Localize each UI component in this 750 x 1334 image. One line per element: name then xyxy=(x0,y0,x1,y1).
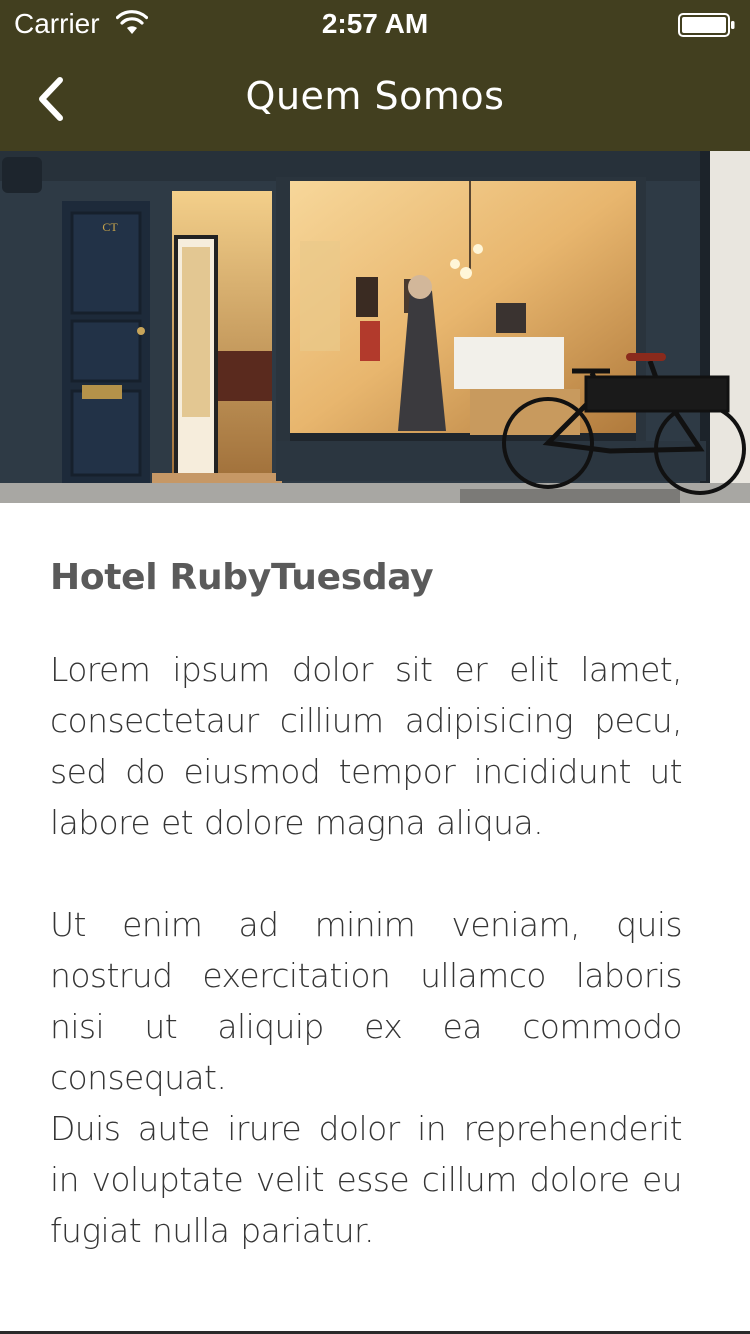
status-time: 2:57 AM xyxy=(321,8,429,39)
hero-image: CT xyxy=(0,151,750,503)
body-paragraph-3: Duis aute irure dolor in reprehenderit i… xyxy=(50,1109,683,1250)
body-paragraph-2: Ut enim ad minim veniam, quis nostrud ex… xyxy=(50,905,683,1097)
page-title: Quem Somos xyxy=(245,74,505,118)
door-sign: CT xyxy=(102,220,118,234)
hotel-heading: Hotel RubyTuesday xyxy=(50,557,434,598)
status-bar: Carrier 2:57 AM xyxy=(0,0,750,50)
battery-icon xyxy=(678,13,735,37)
navigation-bar: Quem Somos xyxy=(0,50,750,151)
content-area: Hotel RubyTuesday Lorem ipsum dolor sit … xyxy=(50,503,683,1256)
body-paragraph-1: Lorem ipsum dolor sit er elit lamet, con… xyxy=(50,650,683,842)
